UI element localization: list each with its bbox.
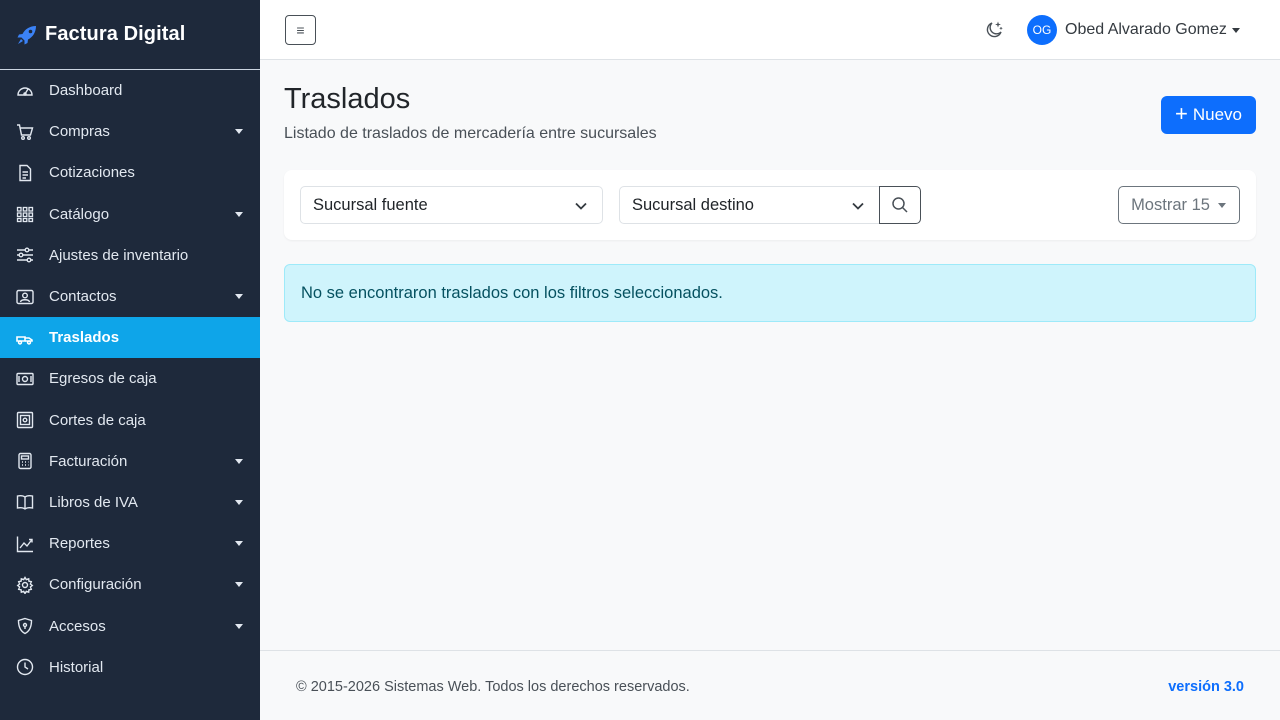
empty-results-alert: No se encontraron traslados con los filt… [284, 264, 1256, 322]
copyright-text: © 2015-2026 Sistemas Web. Todos los dere… [296, 679, 690, 695]
user-name: Obed Alvarado Gomez [1065, 21, 1227, 38]
version-text: versión 3.0 [1168, 679, 1244, 695]
sidebar-item-reportes[interactable]: Reportes [0, 523, 260, 564]
sidebar-item-compras[interactable]: Compras [0, 111, 260, 152]
chevron-down-icon [852, 202, 864, 210]
book-icon [16, 493, 34, 511]
user-menu[interactable]: OG Obed Alvarado Gomez [1027, 15, 1241, 45]
menu-icon: ≡ [296, 22, 305, 38]
show-count-dropdown[interactable]: Mostrar 15 [1118, 186, 1240, 224]
show-count-label: Mostrar 15 [1131, 195, 1210, 214]
shield-icon [16, 617, 34, 635]
sidebar-item-label: Facturación [49, 452, 128, 470]
new-button[interactable]: + Nuevo [1161, 96, 1256, 134]
brand[interactable]: Factura Digital [0, 0, 260, 70]
chevron-down-icon [235, 129, 243, 135]
chevron-down-icon [1217, 202, 1226, 208]
footer: © 2015-2026 Sistemas Web. Todos los dere… [260, 650, 1280, 720]
speedometer-icon [16, 82, 34, 100]
sidebar-item-accesos[interactable]: Accesos [0, 605, 260, 646]
sidebar-item-label: Egresos de caja [49, 370, 157, 388]
sidebar-item-label: Catálogo [49, 205, 110, 223]
sidebar-nav: Dashboard Compras Cotizaciones Catálogo [0, 70, 260, 688]
chevron-down-icon [235, 541, 243, 547]
page-subtitle: Listado de traslados de mercadería entre… [284, 125, 657, 142]
destination-branch-select[interactable]: Sucursal destino [619, 186, 880, 224]
sidebar-item-cotizaciones[interactable]: Cotizaciones [0, 152, 260, 193]
rocket-icon [17, 25, 36, 44]
calculator-icon [16, 452, 34, 470]
chevron-down-icon [235, 211, 243, 217]
chevron-down-icon [1231, 27, 1240, 33]
search-icon [892, 197, 908, 213]
sidebar-item-label: Accesos [49, 617, 106, 635]
sidebar-item-label: Cotizaciones [49, 164, 135, 182]
sidebar-item-cortes-caja[interactable]: Cortes de caja [0, 400, 260, 441]
sidebar-item-dashboard[interactable]: Dashboard [0, 70, 260, 111]
document-icon [16, 164, 34, 182]
sidebar-item-libros-iva[interactable]: Libros de IVA [0, 482, 260, 523]
brand-name: Factura Digital [45, 23, 186, 45]
contact-card-icon [16, 288, 34, 306]
clock-icon [16, 658, 34, 676]
chevron-down-icon [235, 294, 243, 300]
sidebar-item-label: Cortes de caja [49, 411, 146, 429]
filter-card: Sucursal fuente Sucursal destino Mostrar… [284, 170, 1256, 240]
truck-icon [16, 329, 34, 347]
moon-stars-icon[interactable] [984, 20, 1004, 40]
sidebar-item-label: Compras [49, 123, 110, 141]
sidebar-item-catalogo[interactable]: Catálogo [0, 194, 260, 235]
sidebar-item-label: Historial [49, 658, 104, 676]
chevron-down-icon [235, 623, 243, 629]
sidebar-toggle-button[interactable]: ≡ [285, 15, 316, 45]
sidebar-item-contactos[interactable]: Contactos [0, 276, 260, 317]
sidebar-item-traslados[interactable]: Traslados [0, 317, 260, 359]
chart-line-icon [16, 535, 34, 553]
cash-icon [16, 370, 34, 388]
destination-branch-value: Sucursal destino [632, 195, 754, 214]
sidebar-item-label: Dashboard [49, 82, 123, 100]
sidebar-item-label: Reportes [49, 535, 110, 553]
grid-icon [16, 205, 34, 223]
sidebar-item-label: Ajustes de inventario [49, 246, 189, 264]
new-button-label: Nuevo [1192, 105, 1242, 124]
sidebar: Factura Digital Dashboard Compras Cotiza… [0, 0, 260, 720]
sidebar-item-facturacion[interactable]: Facturación [0, 441, 260, 482]
avatar: OG [1027, 15, 1057, 45]
chevron-down-icon [575, 202, 587, 210]
sidebar-item-label: Contactos [49, 288, 117, 306]
sidebar-item-label: Configuración [49, 576, 142, 594]
safe-icon [16, 411, 34, 429]
cart-icon [16, 123, 34, 141]
chevron-down-icon [235, 499, 243, 505]
chevron-down-icon [235, 582, 243, 588]
sidebar-item-ajustes-inventario[interactable]: Ajustes de inventario [0, 235, 260, 276]
plus-icon: + [1175, 101, 1188, 126]
sidebar-item-historial[interactable]: Historial [0, 647, 260, 688]
sidebar-item-egresos-caja[interactable]: Egresos de caja [0, 358, 260, 399]
source-branch-value: Sucursal fuente [313, 195, 428, 214]
gear-icon [16, 576, 34, 594]
sidebar-item-label: Traslados [49, 329, 120, 347]
sidebar-item-configuracion[interactable]: Configuración [0, 564, 260, 605]
main-content: Traslados Listado de traslados de mercad… [260, 60, 1280, 650]
chevron-down-icon [235, 458, 243, 464]
search-button[interactable] [879, 186, 921, 224]
source-branch-select[interactable]: Sucursal fuente [300, 186, 603, 224]
sidebar-item-label: Libros de IVA [49, 493, 138, 511]
sliders-icon [16, 246, 34, 264]
topbar: ≡ OG Obed Alvarado Gomez [260, 0, 1280, 60]
page-title: Traslados [284, 83, 411, 115]
